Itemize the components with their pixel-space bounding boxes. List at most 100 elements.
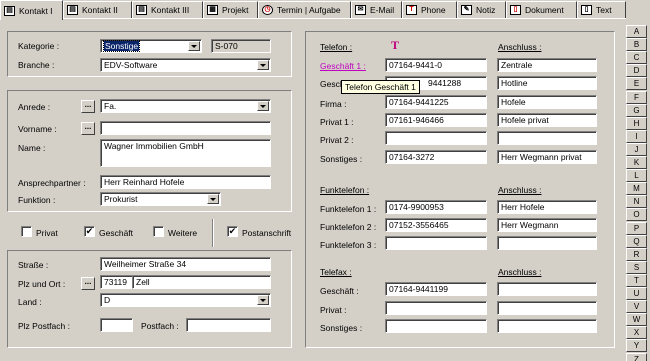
postfach-input[interactable]: [186, 318, 271, 332]
name-input[interactable]: Wagner Immobilien GmbH: [100, 139, 271, 167]
alphabet-button-r[interactable]: R: [626, 247, 647, 261]
alphabet-button-i[interactable]: I: [626, 129, 647, 143]
chevron-down-icon[interactable]: [257, 295, 269, 305]
telefon-privat2-input[interactable]: [385, 131, 487, 145]
plzpostfach-input[interactable]: [100, 318, 133, 332]
alphabet-button-d[interactable]: D: [626, 64, 647, 78]
tab-kontakt-2[interactable]: ▤ Kontakt II: [63, 1, 132, 18]
telefax-sonstiges-anschluss[interactable]: [497, 319, 597, 333]
alphabet-button-j[interactable]: J: [626, 142, 647, 156]
telefax-geschaeft-anschluss[interactable]: [497, 282, 597, 296]
telefon-sonstiges-label: Sonstiges :: [320, 154, 363, 164]
plzort-browse-button[interactable]: ...: [81, 277, 95, 290]
mail-icon: ✉: [355, 5, 366, 15]
vorname-browse-button[interactable]: ...: [81, 122, 95, 135]
alphabet-button-p[interactable]: P: [626, 221, 647, 235]
alphabet-button-e[interactable]: E: [626, 77, 647, 91]
strasse-input[interactable]: Weilheimer Straße 34: [100, 257, 271, 271]
anrede-value: Fa.: [104, 101, 117, 111]
funktelefon3-anschluss[interactable]: [497, 236, 597, 250]
tooltip: Telefon Geschäft 1: [341, 80, 420, 94]
alphabet-button-c[interactable]: C: [626, 51, 647, 65]
alphabet-button-b[interactable]: B: [626, 38, 647, 52]
tab-text[interactable]: ▯ Text: [577, 1, 626, 18]
kategorie-select[interactable]: Sonstige: [100, 39, 202, 53]
tab-termin-aufgabe[interactable]: ◷ Termin | Aufgabe: [258, 1, 351, 18]
alphabet-button-g[interactable]: G: [626, 103, 647, 117]
chevron-down-icon[interactable]: [257, 101, 269, 111]
alphabet-button-n[interactable]: N: [626, 195, 647, 209]
telefon-privat1-anschluss[interactable]: Hofele privat: [497, 113, 597, 127]
telefon-privat2-anschluss[interactable]: [497, 131, 597, 145]
tab-label: Dokument: [525, 5, 564, 15]
telefon-privat1-input[interactable]: 07161-946466: [385, 113, 487, 127]
anrede-browse-button[interactable]: ...: [81, 100, 95, 113]
alphabet-button-t[interactable]: T: [626, 273, 647, 287]
telefax-privat-anschluss[interactable]: [497, 301, 597, 315]
branche-select[interactable]: EDV-Software: [100, 58, 271, 72]
funktion-value: Prokurist: [104, 194, 138, 204]
alphabet-button-f[interactable]: F: [626, 90, 647, 104]
tab-kontakt-3[interactable]: ▤ Kontakt III: [132, 1, 203, 18]
telefon-firma-input[interactable]: 07164-9441225: [385, 95, 487, 109]
postanschrift-checkbox[interactable]: ✔: [227, 226, 238, 237]
alphabet-button-v[interactable]: V: [626, 300, 647, 314]
funktelefon3-input[interactable]: [385, 236, 487, 250]
telefax-sonstiges-input[interactable]: [385, 319, 487, 333]
telefon-privat1-label: Privat 1 :: [320, 117, 354, 127]
geschaeft-checkbox[interactable]: ✔: [84, 226, 95, 237]
telefon-geschaeft1-label[interactable]: Geschäft 1 :: [320, 61, 366, 71]
plz-input[interactable]: 73119: [100, 275, 133, 289]
alphabet-button-h[interactable]: H: [626, 116, 647, 130]
chevron-down-icon[interactable]: [188, 41, 200, 51]
alphabet-button-l[interactable]: L: [626, 169, 647, 183]
telefon-firma-anschluss[interactable]: Hofele: [497, 95, 597, 109]
telefon-sonstiges-anschluss[interactable]: Herr Wegmann privat: [497, 150, 597, 164]
funktelefon3-label: Funktelefon 3 :: [320, 240, 377, 250]
telefon-geschaeft1-anschluss[interactable]: Zentrale: [497, 58, 597, 72]
telefax-geschaeft-input[interactable]: 07164-9441199: [385, 282, 487, 296]
telefon-geschaeft2-anschluss[interactable]: Hotline: [497, 76, 597, 90]
funktelefon2-anschluss[interactable]: Herr Wegmann: [497, 218, 597, 232]
tab-kontakt-1[interactable]: ▤ Kontakt I: [0, 0, 63, 20]
tab-phone[interactable]: T Phone: [402, 1, 457, 18]
weitere-checkbox[interactable]: [153, 226, 164, 237]
alphabet-button-s[interactable]: S: [626, 260, 647, 274]
alphabet-button-k[interactable]: K: [626, 156, 647, 169]
funktelefon2-input[interactable]: 07152-3556465: [385, 218, 487, 232]
alphabet-button-q[interactable]: Q: [626, 234, 647, 248]
alphabet-button-o[interactable]: O: [626, 208, 647, 222]
alphabet-button-y[interactable]: Y: [626, 339, 647, 353]
name-label: Name :: [18, 143, 46, 153]
tab-email[interactable]: ✉ E-Mail: [351, 1, 402, 18]
alphabet-button-m[interactable]: M: [626, 182, 647, 196]
privat-checkbox[interactable]: [21, 226, 32, 237]
alphabet-button-a[interactable]: A: [626, 25, 647, 38]
anrede-select[interactable]: Fa.: [100, 99, 271, 113]
tab-label: Kontakt I: [19, 5, 53, 16]
alphabet-button-z[interactable]: Z: [626, 352, 647, 361]
phone-icon[interactable]: T: [389, 39, 401, 51]
telefon-firma-label: Firma :: [320, 99, 347, 109]
alphabet-button-w[interactable]: W: [626, 313, 647, 327]
alphabet-button-u[interactable]: U: [626, 287, 647, 300]
telefon-geschaeft1-input[interactable]: 07164-9441-0: [385, 58, 487, 72]
chevron-down-icon[interactable]: [257, 60, 269, 70]
ort-input[interactable]: Zell: [132, 275, 271, 289]
telefon-sonstiges-input[interactable]: 07164-3272: [385, 150, 487, 164]
alphabet-button-x[interactable]: X: [626, 326, 647, 340]
telefax-privat-input[interactable]: [385, 301, 487, 315]
land-select[interactable]: D: [100, 293, 271, 307]
postfach-label: Postfach :: [141, 321, 179, 331]
tab-dokument[interactable]: ▯ Dokument: [506, 1, 577, 18]
funktelefon1-anschluss[interactable]: Herr Hofele: [497, 200, 597, 214]
tab-projekt[interactable]: ▦ Projekt: [203, 1, 258, 18]
vorname-input[interactable]: [100, 121, 271, 135]
ansprechpartner-input[interactable]: Herr Reinhard Hofele: [100, 175, 271, 189]
contact-card-icon: ▤: [136, 5, 147, 15]
tab-notiz[interactable]: ✎ Notiz: [457, 1, 506, 18]
chevron-down-icon[interactable]: [207, 194, 219, 204]
funktelefon2-label: Funktelefon 2 :: [320, 222, 377, 232]
funktion-select[interactable]: Prokurist: [100, 192, 221, 206]
funktelefon1-input[interactable]: 0174-9900953: [385, 200, 487, 214]
